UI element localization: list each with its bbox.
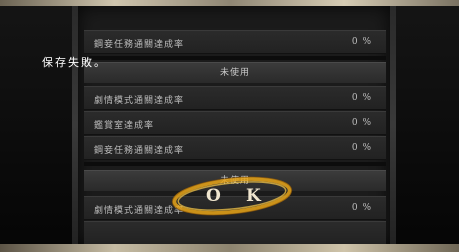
- slot2-gallery-row: 鑑賞室達成率 0 %: [84, 111, 386, 135]
- panel-rim-right: [390, 6, 396, 244]
- slot2-mission-row: 鋼妾任務通關達成率 0 %: [84, 136, 386, 160]
- ok-letter-k: K: [246, 186, 261, 206]
- row-value: 0 %: [351, 203, 372, 213]
- ok-letter-o: O: [206, 186, 221, 206]
- slot2-header: 未使用: [84, 62, 386, 83]
- slot-divider: [84, 162, 386, 166]
- row-label: 鋼妾任務通關達成率: [94, 146, 185, 156]
- slot-divider: [84, 56, 386, 60]
- slot1-mission-row: 鋼妾任務通關達成率 0 %: [84, 30, 386, 54]
- row-value: 0 %: [351, 93, 372, 103]
- row-label: 劇情模式通關達成率: [94, 96, 185, 106]
- bottom-parchment-border: [0, 244, 459, 252]
- row-value: 0 %: [351, 143, 372, 153]
- row-value: 0 %: [351, 118, 372, 128]
- slot3-partial-row: [84, 221, 386, 246]
- row-label: 鋼妾任務通關達成率: [94, 40, 185, 50]
- ok-ring-icon: [171, 176, 293, 216]
- slot2-story-row: 劇情模式通關達成率 0 %: [84, 86, 386, 110]
- row-label: 鑑賞室達成率: [94, 121, 155, 131]
- save-failed-message: 保存失敗。: [42, 56, 107, 69]
- game-screen: 鋼妾任務通關達成率 0 % 未使用 劇情模式通關達成率 0 % 鑑賞室達成率 0…: [0, 0, 459, 252]
- row-value: 0 %: [351, 37, 372, 47]
- ok-button[interactable]: O K: [168, 168, 296, 220]
- slot-status: 未使用: [219, 68, 250, 78]
